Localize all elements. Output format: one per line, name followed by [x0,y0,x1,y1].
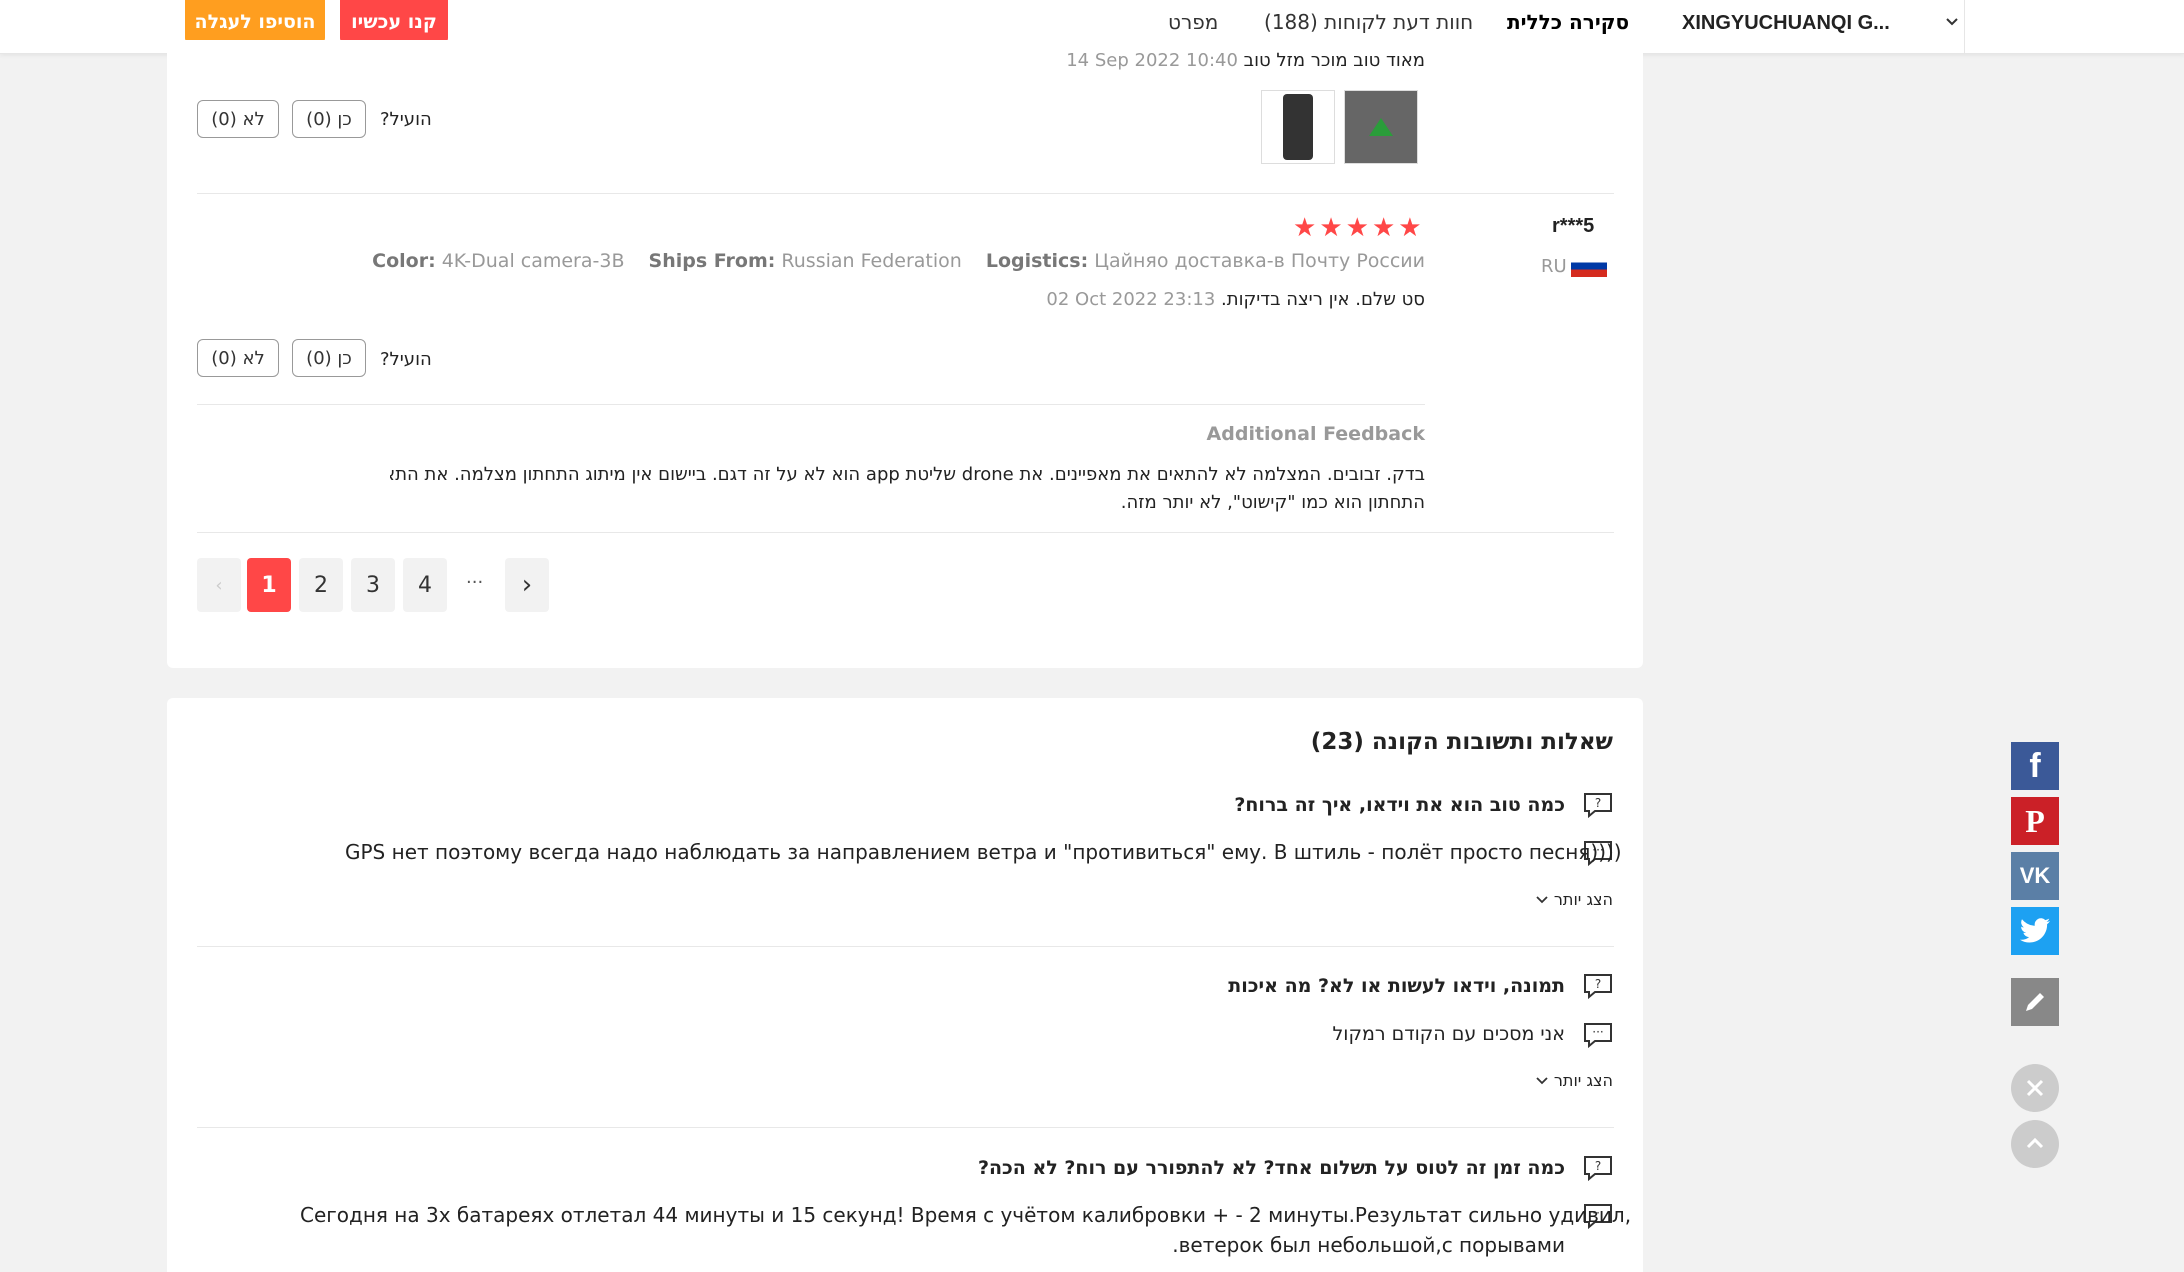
pagination-next-button[interactable]: › [505,558,549,612]
pinterest-icon: P [2025,802,2045,839]
divider [197,404,1425,405]
review-attributes: Logistics: Цайняо доставка-в Почту Росси… [372,250,1425,272]
prev-review-date: 14 Sep 2022 10:40 [1066,50,1238,71]
pagination-page[interactable]: 3 [351,558,395,612]
review-username: r***5 [1552,215,1595,237]
attr-key: Ships From: [648,250,776,272]
show-more-link[interactable]: הצג יותר [1500,890,1613,909]
answer-text: Сегодня на 3х батареях отлетал 44 минуты… [300,1203,1632,1227]
svg-text:?: ? [1595,1159,1601,1173]
tab-specs[interactable]: מפרט [1168,10,1218,34]
question-icon: ? [1583,792,1613,819]
pagination-page[interactable]: 2 [299,558,343,612]
attr-key: Logistics: [985,250,1089,272]
chevron-down-icon [1535,1071,1549,1090]
country-code: RU [1541,255,1567,277]
divider [197,946,1614,947]
twitter-icon [2020,918,2050,943]
review-country: RU [1541,255,1607,277]
attr-color: Color: 4K-Dual camera-3B [372,250,624,272]
divider [1964,0,1965,54]
review-body: סט שלם. אין ריצה בדיקות. [1221,289,1425,310]
additional-feedback-line: התחתון הוא כמו "קישוט", לא יותר מזה. [1120,492,1425,513]
answer-text: ветерок был небольшой,с порывами. [1172,1233,1565,1257]
pinterest-share-button[interactable]: P [2011,797,2059,845]
show-more-link[interactable]: הצג יותר [1500,1071,1613,1090]
buy-now-button[interactable]: קנו עכשיו [340,0,448,44]
edit-button[interactable] [2011,978,2059,1026]
show-more-label: הצג יותר [1553,890,1613,909]
attr-ships-from: Ships From: Russian Federation [649,250,962,272]
question-text: כמה טוב הוא את וידאו, איך זה ברוח? [1234,794,1565,816]
twitter-share-button[interactable] [2011,907,2059,955]
star-icon: ★ [1371,213,1397,243]
helpful-label: הועיל? [380,349,432,370]
facebook-share-button[interactable]: f [2011,742,2059,790]
svg-text:···: ··· [1592,1025,1603,1039]
additional-feedback-title: Additional Feedback [1206,423,1425,445]
review-photo[interactable] [1261,90,1335,164]
close-icon [2026,1079,2044,1097]
pagination-page[interactable]: 4 [403,558,447,612]
divider [197,532,1614,533]
vk-share-button[interactable]: VK [2011,852,2059,900]
vk-icon: VK [2019,863,2051,888]
answer-icon: ··· [1583,1022,1613,1049]
tab-overview[interactable]: סקירה כללית [1507,10,1629,34]
add-to-cart-button[interactable]: הוסיפו לעגלה [185,0,325,44]
pagination-page[interactable]: 1 [247,558,291,612]
tab-reviews[interactable]: חוות דעת לקוחות (188) [1264,10,1473,34]
prev-review-text: מאוד טוב מוכר מזל טוב 14 Sep 2022 10:40 [1066,50,1425,71]
star-rating: ★★★★★ [1291,213,1423,243]
divider [197,193,1614,194]
attr-value: 4K-Dual camera-3B [441,250,625,272]
review-photo[interactable] [1344,90,1418,164]
additional-feedback-line: בדק. זבובים. המצלמה לא להתאים את מאפייני… [390,464,1425,485]
attr-value: Цайняо доставка-в Почту России [1094,250,1425,272]
close-button[interactable] [2011,1064,2059,1112]
star-icon: ★ [1398,213,1423,243]
helpful-yes-button[interactable]: כן (0) [292,339,366,377]
star-icon: ★ [1319,213,1344,243]
attr-value: Russian Federation [781,250,962,272]
attr-key: Color: [372,250,436,272]
facebook-icon: f [2029,746,2041,785]
review-date: 02 Oct 2022 23:13 [1046,289,1216,310]
question-text: כמה זמן זה לטוס על תשלום אחד? לא להתפורר… [977,1157,1565,1179]
question-text: תמונה, וידאו לעשות או לא? מה איכות [1228,975,1565,997]
svg-text:?: ? [1595,977,1601,991]
russia-flag-icon [1570,255,1607,277]
chevron-down-icon[interactable] [1942,12,1962,32]
review-text-line: סט שלם. אין ריצה בדיקות. 02 Oct 2022 23:… [900,289,1425,310]
scroll-top-icon [2026,1137,2044,1149]
prev-review-body: מאוד טוב מוכר מזל טוב [1243,50,1425,71]
chevron-down-icon [1535,890,1549,909]
helpful-label: הועיל? [380,109,432,130]
question-icon: ? [1583,1155,1613,1182]
star-icon: ★ [1293,213,1318,243]
svg-text:?: ? [1595,796,1601,810]
star-icon: ★ [1345,213,1370,243]
pagination-prev-button[interactable]: ‹ [197,558,241,612]
scroll-top-button[interactable] [2011,1120,2059,1168]
pencil-icon [2026,993,2044,1011]
answer-text: GPS нет поэтому всегда надо наблюдать за… [345,840,1622,864]
helpful-yes-button[interactable]: כן (0) [292,100,366,138]
qa-title: שאלות ותשובות הקונה (23) [1310,729,1613,755]
attr-logistics: Logistics: Цайняо доставка-в Почту Росси… [986,250,1425,272]
answer-text: אני מסכים עם הקודם רמקול [1332,1023,1566,1045]
store-name[interactable]: XINGYUCHUANQI G... [1682,12,1890,35]
helpful-no-button[interactable]: לא (0) [197,100,279,138]
pagination-ellipsis: ··· [466,572,484,593]
divider [197,1127,1614,1128]
show-more-label: הצג יותר [1553,1071,1613,1090]
question-icon: ? [1583,973,1613,1000]
helpful-no-button[interactable]: לא (0) [197,339,279,377]
